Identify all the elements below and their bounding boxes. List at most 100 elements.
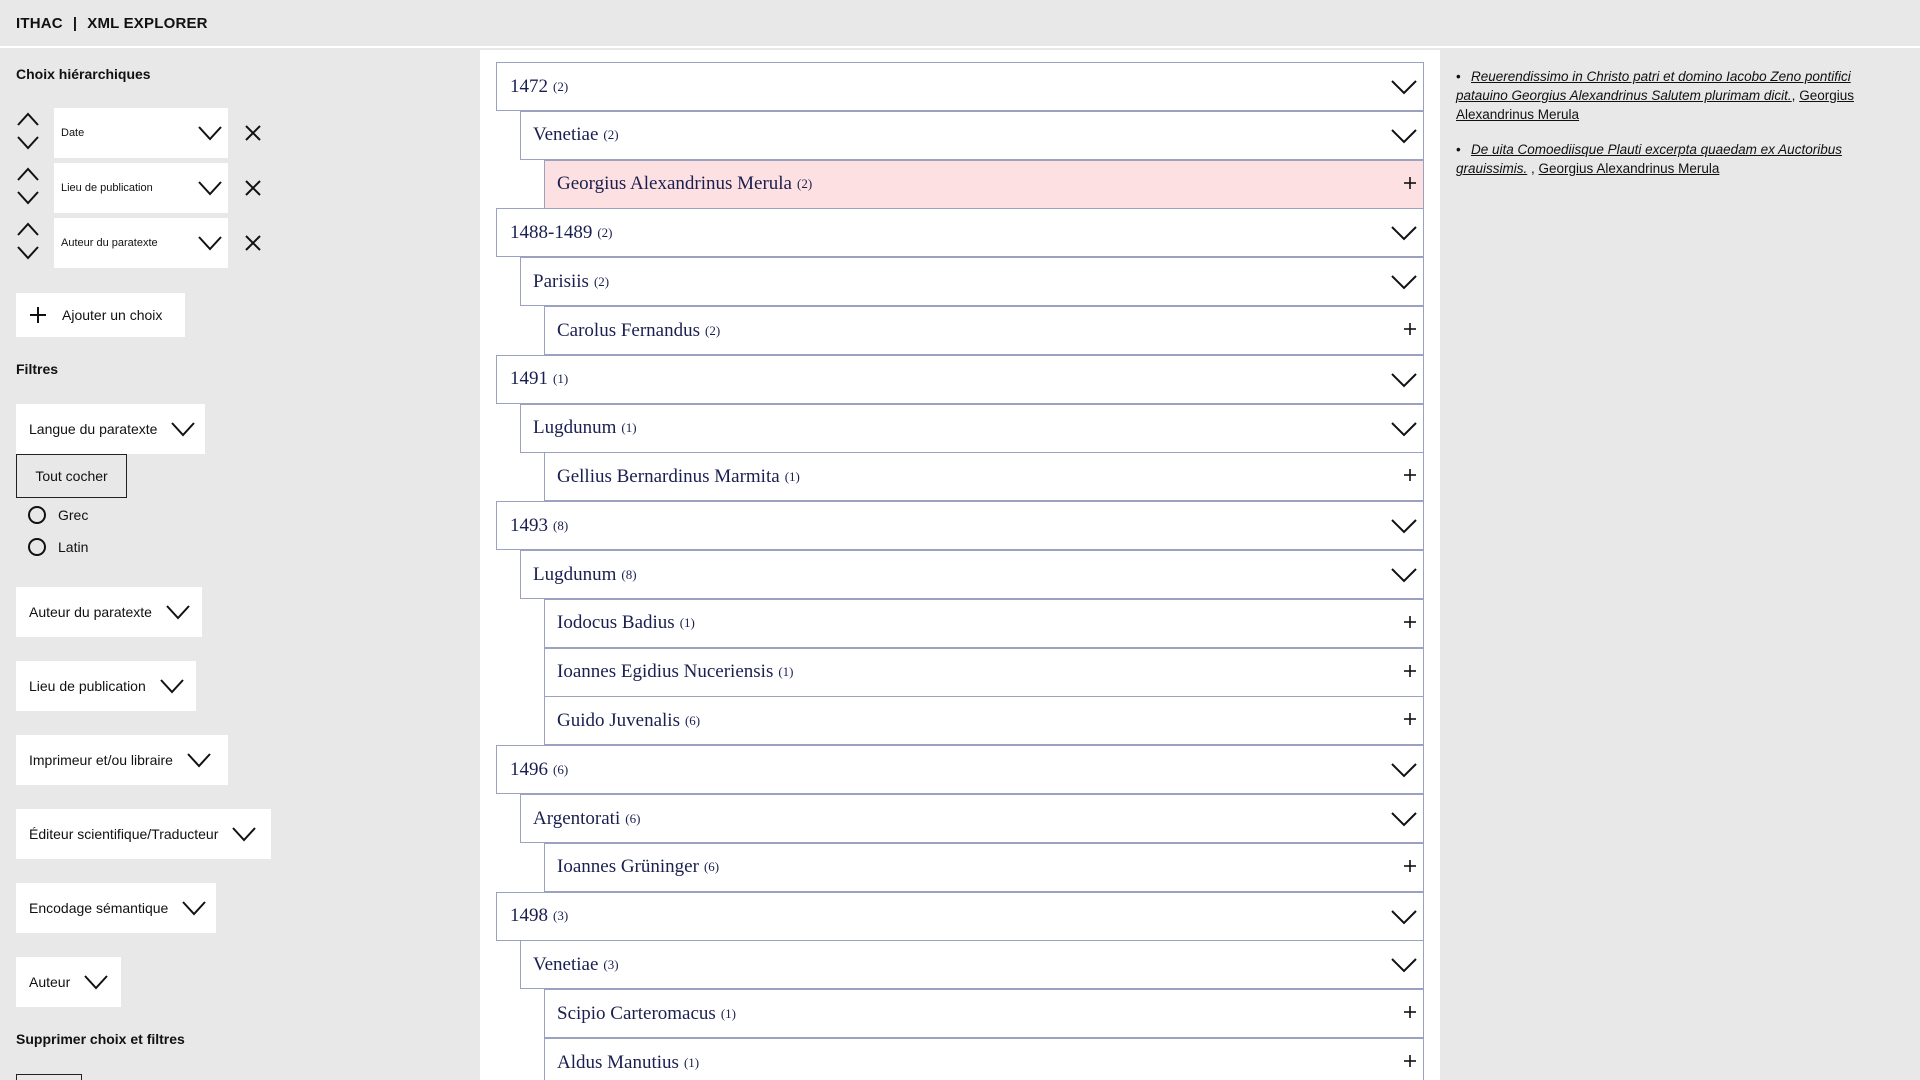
radio-circle[interactable] <box>28 538 46 556</box>
tree-node-label: Scipio Carteromacus <box>557 1002 716 1024</box>
tree-node-place[interactable]: Parisiis (2) <box>520 257 1424 307</box>
option-latin[interactable]: Latin <box>28 538 88 556</box>
plus-icon[interactable] <box>1403 1054 1417 1068</box>
chevron-down-icon[interactable] <box>16 189 40 207</box>
hier-select-auteur[interactable]: Auteur du paratexte <box>54 218 228 268</box>
tree-node-date[interactable]: 1491 (1) <box>496 354 1424 404</box>
tree-node-label: Parisiis <box>533 270 589 292</box>
chevron-down-icon[interactable] <box>1391 369 1417 391</box>
tree-node-count: (2) <box>705 322 721 338</box>
app-title[interactable]: XML EXPLORER <box>87 15 207 32</box>
plus-icon <box>30 307 46 323</box>
chevron-down-icon[interactable] <box>1391 76 1417 98</box>
tree-node-author[interactable]: Georgius Alexandrinus Merula (2) <box>544 159 1424 209</box>
chevron-down-icon[interactable] <box>1391 759 1417 781</box>
chevron-down-icon <box>182 901 207 916</box>
result-title-link[interactable]: Reuerendissimo in Christo patri et domin… <box>1456 69 1851 103</box>
tree-node-date[interactable]: 1472 (2) <box>496 62 1424 111</box>
chevron-down-icon[interactable] <box>1391 418 1417 440</box>
reset-button[interactable] <box>16 1074 82 1080</box>
close-icon[interactable] <box>242 177 264 199</box>
tree-node-count: (1) <box>778 664 794 680</box>
hier-select-label: Auteur du paratexte <box>61 237 158 249</box>
tree-node-count: (8) <box>621 566 637 582</box>
tree-node-place[interactable]: Lugdunum (8) <box>520 550 1424 599</box>
plus-icon[interactable] <box>1403 322 1417 336</box>
brand-name[interactable]: ITHAC <box>16 15 63 32</box>
chevron-down-icon <box>198 181 222 196</box>
chevron-down-icon[interactable] <box>1391 954 1417 976</box>
tree-node-author[interactable]: Scipio Carteromacus (1) <box>544 989 1424 1039</box>
tree-node-author[interactable]: Ioannes Egidius Nuceriensis (1) <box>544 647 1424 697</box>
tree-node-author[interactable]: Carolus Fernandus (2) <box>544 306 1424 355</box>
chevron-down-icon[interactable] <box>1391 515 1417 537</box>
plus-icon[interactable] <box>1403 468 1417 482</box>
tree-node-count: (6) <box>703 859 720 875</box>
tree-node-date[interactable]: 1498 (3) <box>496 891 1424 941</box>
tree-node-count: (1) <box>683 1054 700 1070</box>
tree-node-author[interactable]: Gellius Bernardinus Marmita (1) <box>544 452 1424 502</box>
tree-node-label: Carolus Fernandus <box>557 319 701 341</box>
option-label: Latin <box>58 539 89 555</box>
tree-node-count: (8) <box>553 517 569 533</box>
filter-auteur-paratexte[interactable]: Auteur du paratexte <box>16 587 202 637</box>
plus-icon[interactable] <box>1403 664 1417 678</box>
filter-encodage[interactable]: Encodage sémantique <box>16 883 216 933</box>
tree-node-count: (2) <box>553 78 569 94</box>
add-choice-button[interactable]: Ajouter un choix <box>16 293 185 337</box>
tree-node-count: (2) <box>597 224 613 240</box>
tree-node-author[interactable]: Ioannes Grüninger (6) <box>544 842 1424 892</box>
result-item: • Reuerendissimo in Christo patri et dom… <box>1456 69 1854 122</box>
left-panel: Choix hiérarchiques Date Lieu de publica… <box>0 50 480 1080</box>
chevron-down-icon <box>171 422 196 437</box>
tree-node-place[interactable]: Venetiae (3) <box>520 940 1424 990</box>
filter-editeur[interactable]: Éditeur scientifique/Traducteur <box>16 809 271 859</box>
filter-langue[interactable]: Langue du paratexte <box>16 404 205 454</box>
result-author-link[interactable]: Georgius Alexandrinus Merula <box>1539 161 1720 176</box>
option-grec[interactable]: Grec <box>28 506 88 524</box>
filter-auteur[interactable]: Auteur <box>16 957 121 1007</box>
close-icon[interactable] <box>242 232 264 254</box>
tree-node-date[interactable]: 1493 (8) <box>496 501 1424 551</box>
hier-select-lieu[interactable]: Lieu de publication <box>54 163 228 213</box>
chevron-down-icon[interactable] <box>1391 808 1417 830</box>
chevron-up-icon[interactable] <box>16 220 40 238</box>
plus-icon[interactable] <box>1403 712 1417 726</box>
tree-node-date[interactable]: 1496 (6) <box>496 745 1424 795</box>
close-icon[interactable] <box>242 122 264 144</box>
filter-lieu[interactable]: Lieu de publication <box>16 661 196 711</box>
tree-node-author[interactable]: Aldus Manutius (1) <box>544 1038 1424 1080</box>
plus-icon[interactable] <box>1403 615 1417 629</box>
chevron-up-icon[interactable] <box>16 165 40 183</box>
chevron-down-icon[interactable] <box>1391 125 1417 147</box>
radio-circle[interactable] <box>28 506 46 524</box>
tree-node-place[interactable]: Argentorati (6) <box>520 794 1424 843</box>
plus-icon[interactable] <box>1403 176 1417 190</box>
tree-node-author[interactable]: Iodocus Badius (1) <box>544 598 1424 648</box>
tree-node-author[interactable]: Guido Juvenalis (6) <box>544 696 1424 746</box>
results-panel: • Reuerendissimo in Christo patri et dom… <box>1440 50 1920 1080</box>
filter-imprimeur[interactable]: Imprimeur et/ou libraire <box>16 735 228 785</box>
chevron-down-icon[interactable] <box>1391 564 1417 586</box>
chevron-down-icon[interactable] <box>1391 271 1417 293</box>
reset-title: Supprimer choix et filtres <box>16 1031 185 1047</box>
chevron-up-icon[interactable] <box>16 110 40 128</box>
reorder-arrows <box>16 110 40 156</box>
chevron-down-icon[interactable] <box>16 244 40 262</box>
tree-node-place[interactable]: Venetiae (2) <box>520 110 1424 160</box>
select-all-button[interactable]: Tout cocher <box>16 454 127 498</box>
tree-node-label: Iodocus Badius <box>557 612 675 634</box>
chevron-down-icon[interactable] <box>1391 222 1417 244</box>
chevron-down-icon <box>160 679 184 694</box>
bullet: • <box>1456 69 1461 84</box>
tree-node-label: Ioannes Egidius Nuceriensis <box>557 661 774 683</box>
filter-label: Lieu de publication <box>29 678 146 694</box>
plus-icon[interactable] <box>1403 1005 1417 1019</box>
tree-node-date[interactable]: 1488-1489 (2) <box>496 208 1424 258</box>
hier-select-date[interactable]: Date <box>54 108 228 158</box>
tree-node-place[interactable]: Lugdunum (1) <box>520 403 1424 453</box>
chevron-down-icon[interactable] <box>1391 906 1417 928</box>
tree-node-label: Aldus Manutius <box>557 1051 679 1073</box>
plus-icon[interactable] <box>1403 859 1417 873</box>
chevron-down-icon[interactable] <box>16 134 40 152</box>
